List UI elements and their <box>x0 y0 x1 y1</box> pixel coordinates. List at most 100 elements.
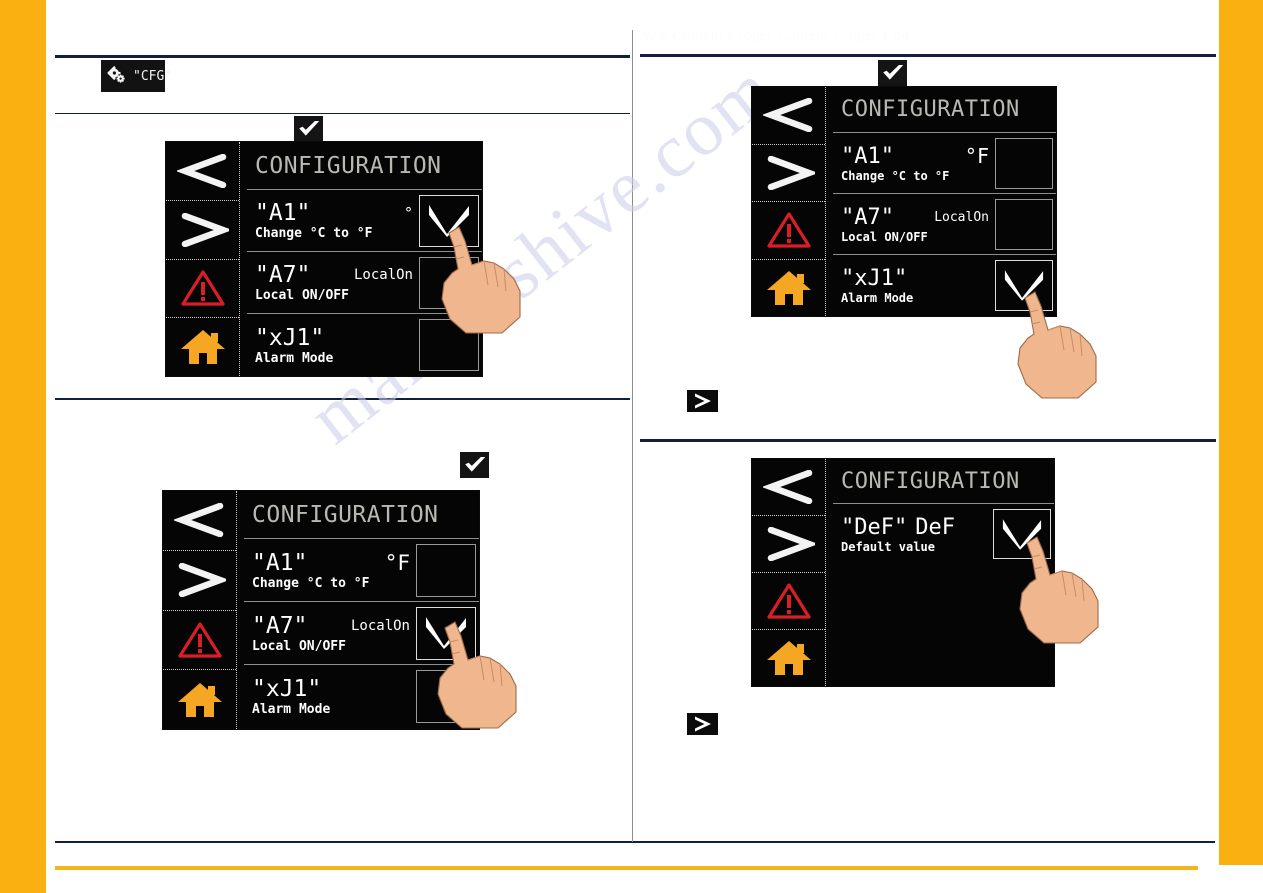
next-badge-after-step-4[interactable] <box>687 713 718 735</box>
rule-footer-yellow <box>55 866 1198 870</box>
device-empty-area <box>833 564 1054 686</box>
row-code: "A1" <box>252 549 308 576</box>
row-select-button[interactable] <box>416 670 476 723</box>
row-value: LocalOn <box>350 617 410 634</box>
row-desc: Alarm Mode <box>841 291 914 305</box>
table-row[interactable]: "xJ1" Alarm Mode <box>833 255 1056 316</box>
row-desc: Alarm Mode <box>255 350 334 366</box>
column-divider <box>632 30 633 842</box>
row-select-button[interactable] <box>419 194 479 247</box>
table-row[interactable]: "A7" LocalOn Local ON/OFF <box>833 194 1056 255</box>
row-select-button[interactable] <box>995 260 1053 311</box>
device-screen-step-3[interactable]: CONFIGURATION "A1" °F Change °C to °F "A… <box>751 86 1057 317</box>
row-value: ° <box>403 204 413 222</box>
page-title: CONFIGURATION <box>833 87 1056 133</box>
check-icon <box>426 617 466 649</box>
check-badge-step-3[interactable] <box>878 60 907 86</box>
row-select-button[interactable] <box>993 509 1051 559</box>
right-accent-bar <box>1219 0 1263 865</box>
alarm-warning-icon <box>177 622 222 658</box>
sidebar-item-prev[interactable] <box>163 491 236 551</box>
row-desc: Default value <box>841 539 935 554</box>
device-screen-step-2[interactable]: CONFIGURATION "A1" °F Change °C to °F "A… <box>162 490 480 730</box>
table-row[interactable]: "A1" °F Change °C to °F <box>833 133 1056 194</box>
prev-chevron-icon <box>176 153 226 188</box>
rule-left-mid <box>55 113 630 114</box>
row-value: °F <box>964 143 989 168</box>
sidebar-item-next[interactable] <box>752 145 825 202</box>
row-select-button[interactable] <box>419 319 479 371</box>
device-screen-step-4[interactable]: CONFIGURATION "DeF" DeF Default value <box>751 458 1055 687</box>
device-sidebar <box>163 491 237 729</box>
sidebar-item-next[interactable] <box>752 516 825 573</box>
page-title: CONFIGURATION <box>833 459 1054 504</box>
sidebar-item-home[interactable] <box>166 318 239 376</box>
row-desc: Local ON/OFF <box>841 229 928 244</box>
sidebar-item-prev[interactable] <box>166 142 239 201</box>
rule-right-mid <box>640 439 1216 442</box>
check-badge-step-1[interactable] <box>294 116 323 142</box>
page-title: CONFIGURATION <box>247 142 482 190</box>
row-desc: Change °C to °F <box>252 575 370 591</box>
row-select-button[interactable] <box>419 256 479 309</box>
check-icon <box>298 121 319 136</box>
sidebar-item-alarm[interactable] <box>166 260 239 319</box>
sidebar-item-home[interactable] <box>752 630 825 686</box>
sidebar-item-next[interactable] <box>163 551 236 611</box>
device-body: CONFIGURATION "A1" ° Change °C to °F "A7… <box>240 142 482 376</box>
sidebar-item-alarm[interactable] <box>752 202 825 260</box>
row-select-button[interactable] <box>995 198 1053 250</box>
device-sidebar <box>752 87 826 316</box>
sidebar-item-prev[interactable] <box>752 87 825 145</box>
table-row[interactable]: "DeF" DeF Default value <box>833 504 1054 564</box>
table-row[interactable]: "xJ1" Alarm Mode <box>244 665 479 728</box>
check-icon <box>429 204 469 237</box>
home-icon <box>766 270 811 305</box>
device-body: CONFIGURATION "A1" °F Change °C to °F "A… <box>826 87 1056 316</box>
next-chevron-icon <box>767 527 815 561</box>
sidebar-item-home[interactable] <box>752 260 825 317</box>
cfg-menu-pill[interactable]: "CFG" <box>101 60 172 92</box>
check-icon <box>882 65 903 80</box>
prev-chevron-icon <box>173 503 223 538</box>
row-code: "xJ1" <box>841 266 908 291</box>
table-row[interactable]: "A7" LocalOn Local ON/OFF <box>247 252 482 314</box>
row-code: "A7" <box>255 262 311 288</box>
row-code: "A1" <box>841 143 894 169</box>
sidebar-item-next[interactable] <box>166 201 239 260</box>
table-row[interactable]: "A1" °F Change °C to °F <box>244 539 479 602</box>
sidebar-item-alarm[interactable] <box>163 611 236 671</box>
rule-left-bottom <box>55 398 630 400</box>
row-code: "A7" <box>841 204 894 230</box>
table-row[interactable]: "xJ1" Alarm Mode <box>247 314 482 376</box>
home-icon <box>766 641 811 675</box>
page-title: CONFIGURATION <box>244 491 479 539</box>
sidebar-item-prev[interactable] <box>752 459 825 516</box>
row-select-button[interactable] <box>416 606 476 660</box>
device-sidebar <box>752 459 826 686</box>
device-body: CONFIGURATION "A1" °F Change °C to °F "A… <box>237 491 479 729</box>
manual-page: New Content Croger Content Croger Con ma… <box>0 0 1263 893</box>
next-chevron-icon <box>181 212 229 247</box>
row-code: "xJ1" <box>255 324 325 351</box>
row-select-button[interactable] <box>995 137 1053 189</box>
check-icon <box>1002 518 1042 550</box>
row-desc: Alarm Mode <box>252 702 331 717</box>
next-badge-after-step-3[interactable] <box>687 390 718 412</box>
faint-header-text: New Content Croger Content Croger Con <box>640 28 910 44</box>
row-desc: Local ON/OFF <box>252 638 346 654</box>
play-arrow-icon <box>694 393 711 409</box>
row-value: DeF <box>915 514 955 540</box>
table-row[interactable]: "A7" LocalOn Local ON/OFF <box>244 602 479 665</box>
home-icon <box>180 330 225 365</box>
row-select-button[interactable] <box>416 543 476 597</box>
sidebar-item-home[interactable] <box>163 670 236 729</box>
device-screen-step-1[interactable]: CONFIGURATION "A1" ° Change °C to °F "A7… <box>165 141 483 377</box>
next-chevron-icon <box>178 563 226 598</box>
device-sidebar <box>166 142 240 376</box>
check-icon <box>1004 270 1044 301</box>
alarm-warning-icon <box>180 270 225 306</box>
check-badge-step-2[interactable] <box>460 452 489 478</box>
table-row[interactable]: "A1" ° Change °C to °F <box>247 190 482 252</box>
sidebar-item-alarm[interactable] <box>752 573 825 630</box>
